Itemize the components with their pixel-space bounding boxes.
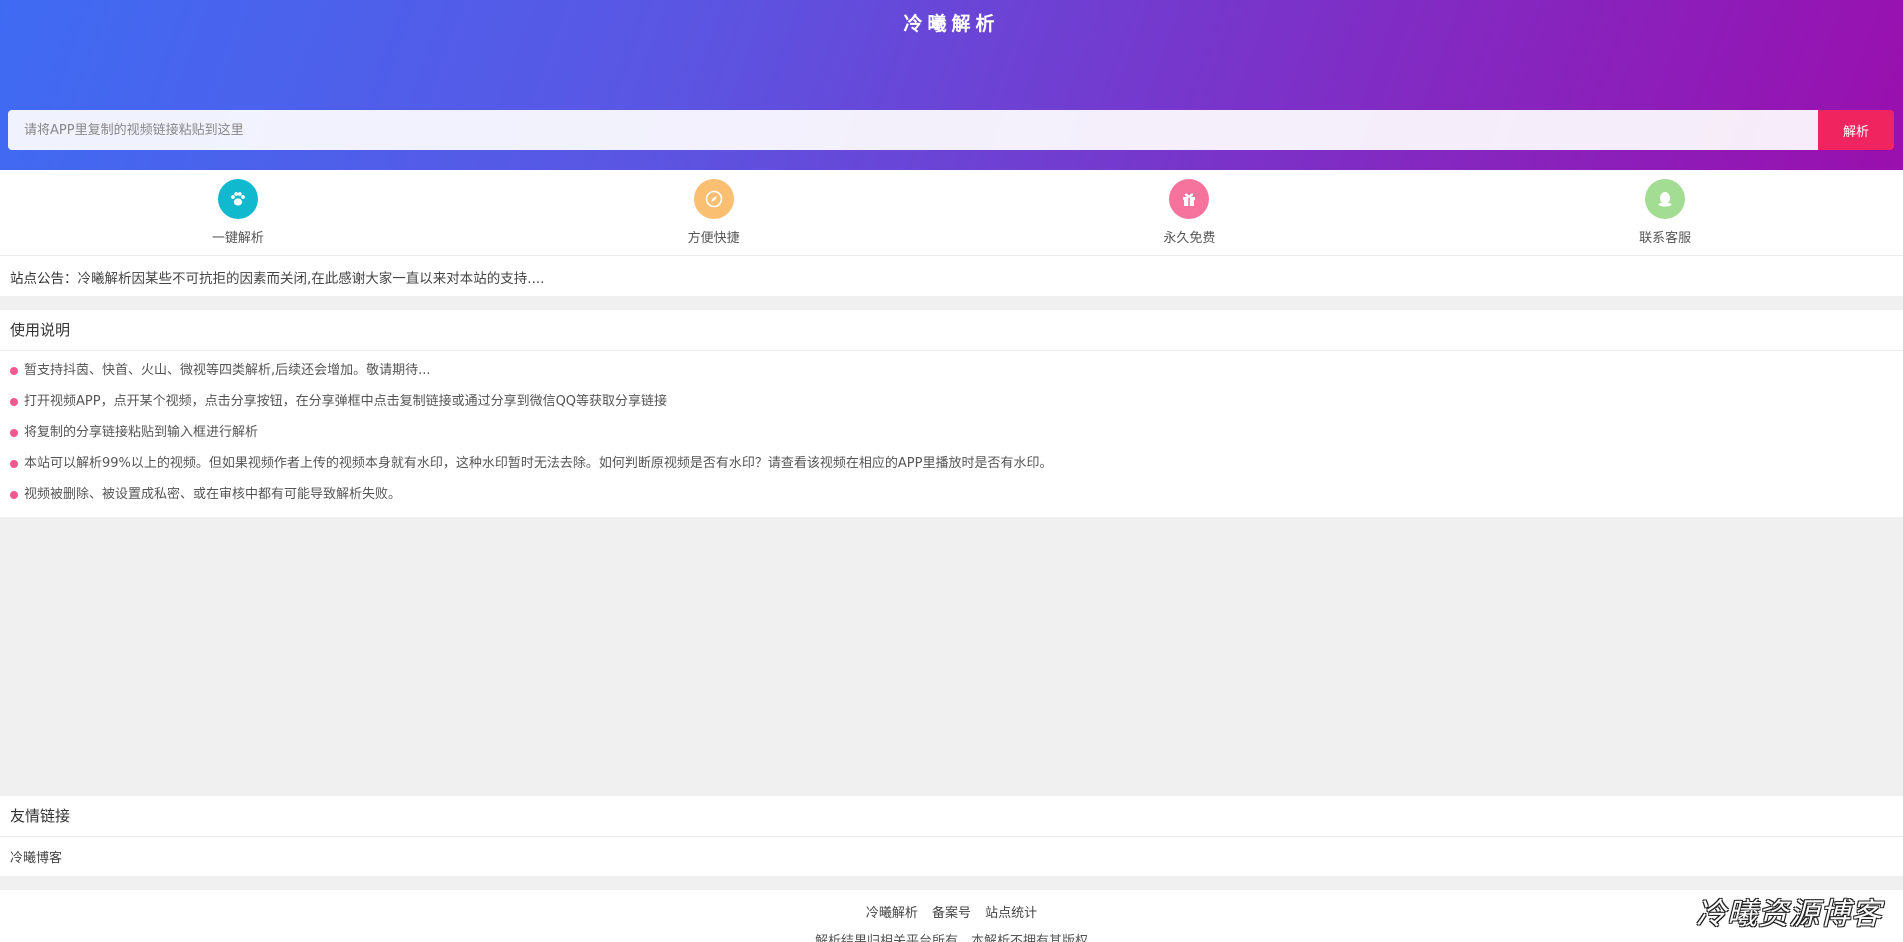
footer-link-lengxi-parse[interactable]: 冷曦解析 (866, 906, 918, 921)
notice-label: 站点公告： (10, 271, 78, 287)
list-item: 本站可以解析99%以上的视频。但如果视频作者上传的视频本身就有水印，这种水印暂时… (0, 455, 1903, 486)
footer: 冷曦解析 备案号 站点统计 解析结果归相关平台所有，本解析不拥有其版权 (0, 890, 1903, 942)
friend-links-panel: 友情链接 冷曦博客 (0, 796, 1903, 876)
feature-label: 一键解析 (211, 231, 264, 246)
footer-copyright-note: 解析结果归相关平台所有，本解析不拥有其版权 (814, 934, 1088, 942)
paw-icon (217, 179, 258, 219)
instructions-title: 使用说明 (0, 310, 1903, 351)
feature-free-forever[interactable]: 永久免费 (952, 170, 1428, 255)
footer-links: 冷曦解析 备案号 站点统计 (0, 890, 1903, 921)
video-url-input[interactable] (8, 110, 1818, 150)
bullet-dot-icon (10, 398, 18, 406)
footer-link-icp[interactable]: 备案号 (932, 906, 971, 921)
list-item: 暂支持抖茵、快首、火山、微视等四类解析,后续还会增加。敬请期待... (0, 362, 1903, 393)
list-item: 视频被删除、被设置成私密、或在审核中都有可能导致解析失败。 (0, 486, 1903, 517)
list-item-text: 打开视频APP，点开某个视频，点击分享按钮，在分享弹框中点击复制链接或通过分享到… (24, 394, 668, 409)
list-item-text: 视频被删除、被设置成私密、或在审核中都有可能导致解析失败。 (24, 487, 402, 502)
bullet-dot-icon (10, 367, 18, 375)
notice-text: 冷曦解析因某些不可抗拒的因素而关闭,在此感谢大家一直以来对本站的支持.... (77, 271, 545, 287)
footer-link-stats[interactable]: 站点统计 (985, 906, 1037, 921)
bullet-dot-icon (10, 460, 18, 468)
feature-label: 联系客服 (1639, 231, 1692, 246)
list-item: 将复制的分享链接粘贴到输入框进行解析 (0, 424, 1903, 455)
friend-links-title: 友情链接 (0, 796, 1903, 837)
feature-convenient[interactable]: 方便快捷 (476, 170, 952, 255)
feature-contact-support[interactable]: 联系客服 (1427, 170, 1903, 255)
site-notice: 站点公告：冷曦解析因某些不可抗拒的因素而关闭,在此感谢大家一直以来对本站的支持.… (0, 256, 1903, 296)
instructions-panel: 使用说明 暂支持抖茵、快首、火山、微视等四类解析,后续还会增加。敬请期待... … (0, 310, 1903, 517)
header-banner: 冷曦解析 解析 (0, 0, 1903, 170)
watermark: 冷曦资源博客 (1696, 897, 1882, 932)
feature-label: 方便快捷 (687, 231, 740, 246)
list-item-text: 本站可以解析99%以上的视频。但如果视频作者上传的视频本身就有水印，这种水印暂时… (24, 456, 1053, 471)
bullet-dot-icon (10, 491, 18, 499)
qq-icon (1645, 179, 1686, 219)
friend-link-lengxi-blog[interactable]: 冷曦博客 (0, 837, 72, 876)
feature-one-click-parse[interactable]: 一键解析 (0, 170, 476, 255)
bullet-dot-icon (10, 429, 18, 437)
site-title: 冷曦解析 (903, 13, 1000, 35)
list-item-text: 暂支持抖茵、快首、火山、微视等四类解析,后续还会增加。敬请期待... (24, 363, 431, 378)
feature-bar: 一键解析 方便快捷 永久免费 联系客服 (0, 170, 1903, 256)
feature-label: 永久免费 (1163, 231, 1216, 246)
parse-button[interactable]: 解析 (1818, 110, 1894, 150)
list-item: 打开视频APP，点开某个视频，点击分享按钮，在分享弹框中点击复制链接或通过分享到… (0, 393, 1903, 424)
gift-icon (1169, 179, 1210, 219)
search-bar: 解析 (8, 110, 1894, 150)
compass-icon (693, 179, 734, 219)
instructions-list: 暂支持抖茵、快首、火山、微视等四类解析,后续还会增加。敬请期待... 打开视频A… (0, 351, 1903, 517)
list-item-text: 将复制的分享链接粘贴到输入框进行解析 (24, 425, 259, 440)
